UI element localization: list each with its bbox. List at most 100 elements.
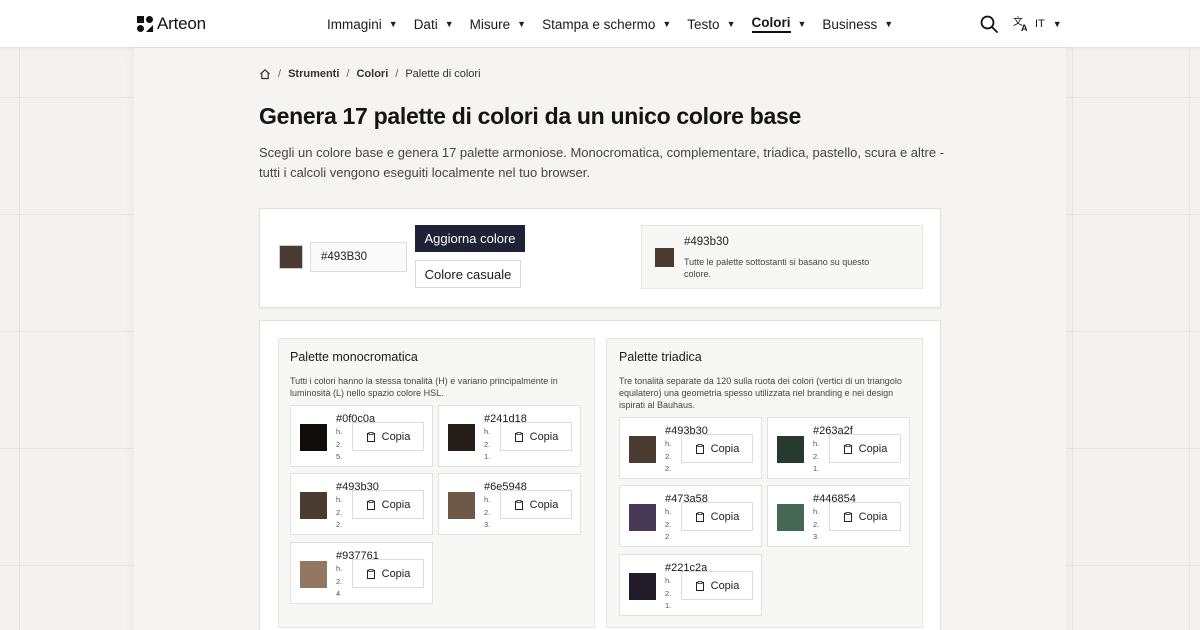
caret-down-icon: ▼ (662, 19, 672, 29)
breadcrumb-strumenti[interactable]: Strumenti (288, 68, 339, 80)
color-meta-line: 2. (665, 588, 672, 598)
breadcrumb-separator: / (395, 68, 399, 80)
copy-button[interactable]: Copia (500, 422, 572, 451)
color-meta-line: h. (336, 564, 343, 573)
breadcrumb: / Strumenti / Colori / Palette di colori (259, 68, 481, 80)
color-swatch (448, 492, 475, 519)
copy-button[interactable]: Copia (352, 422, 424, 451)
color-meta-line: 3. (813, 532, 820, 541)
language-selector[interactable]: 文 A IT ▼ (1013, 15, 1062, 32)
color-swatch (300, 424, 327, 451)
caret-down-icon: ▼ (444, 19, 454, 29)
nav-item-stampa-e-schermo[interactable]: Stampa e schermo ▼ (542, 17, 671, 32)
breadcrumb-colori[interactable]: Colori (356, 68, 388, 80)
nav-item-business[interactable]: Business ▼ (822, 17, 893, 32)
color-meta-line: 2. (336, 576, 343, 586)
color-meta: h. 2. 2 (665, 506, 671, 544)
copy-button[interactable]: Copia (352, 490, 424, 519)
hex-color-input[interactable] (310, 242, 407, 272)
copy-button[interactable]: Copia (681, 502, 753, 531)
color-meta: h. 2. 1. (813, 438, 819, 476)
search-icon[interactable] (979, 14, 999, 34)
color-swatch (300, 561, 327, 588)
copy-button[interactable]: Copia (681, 434, 753, 463)
breadcrumb-separator: / (278, 68, 282, 80)
color-meta-line: 4 (336, 589, 341, 598)
color-meta-line: h. (665, 576, 672, 585)
clipboard-icon (695, 580, 704, 591)
color-meta-line: 1. (484, 452, 491, 461)
color-swatch (300, 492, 327, 519)
color-swatch (629, 573, 656, 600)
nav-label: Dati (413, 16, 438, 32)
clipboard-icon (366, 431, 375, 442)
page-description: Scegli un colore base e genera 17 palett… (259, 145, 945, 180)
palette-description: Tre tonalità separate da 120 sulla ruota… (619, 376, 902, 410)
home-icon[interactable] (259, 68, 271, 80)
color-meta-line: 2. (484, 507, 491, 517)
color-meta-line: h. (665, 507, 672, 516)
nav-item-dati[interactable]: Dati ▼ (414, 17, 454, 32)
copy-label: Copia (529, 430, 559, 443)
palette-title: Palette triadica (619, 350, 702, 364)
breadcrumb-separator: / (346, 68, 350, 80)
color-meta: h. 2. 4 (336, 563, 342, 601)
svg-text:A: A (1021, 23, 1028, 32)
color-meta-line: h. (665, 439, 672, 448)
color-tile: #221c2a h. 2. 1. Copia (619, 554, 762, 616)
color-meta-line: 2. (484, 439, 491, 449)
random-color-button[interactable]: Colore casuale (415, 260, 521, 288)
color-meta: h. 2. 1. (665, 575, 671, 613)
copy-button[interactable]: Copia (681, 571, 753, 600)
color-meta-line: 1. (665, 601, 672, 610)
page-title: Genera 17 palette di colori da un unico … (259, 103, 801, 129)
clipboard-icon (843, 511, 852, 522)
color-meta-line: 2. (813, 451, 820, 461)
color-meta-line: h. (336, 427, 343, 436)
translate-icon: 文 A (1013, 15, 1028, 32)
logo-text: Arteon (157, 14, 206, 33)
color-tile: #493b30 h. 2. 2. Copia (290, 473, 433, 535)
base-color-note: Tutte le palette sottostanti si basano s… (684, 257, 870, 279)
update-color-button[interactable]: Aggiorna colore (415, 225, 525, 252)
color-meta-line: 5. (336, 452, 343, 461)
copy-button[interactable]: Copia (829, 502, 901, 531)
nav-label: Stampa e schermo (542, 16, 656, 32)
base-color-picker[interactable] (279, 245, 303, 269)
copy-button[interactable]: Copia (829, 434, 901, 463)
caret-down-icon: ▼ (1052, 18, 1062, 29)
color-tile: #0f0c0a h. 2. 5. Copia (290, 405, 433, 467)
copy-button[interactable]: Copia (352, 559, 424, 588)
color-tile: #937761 h. 2. 4 Copia (290, 542, 433, 604)
nav-label: Misure (469, 16, 511, 32)
nav-item-immagini[interactable]: Immagini ▼ (327, 17, 398, 32)
copy-label: Copia (710, 442, 740, 455)
copy-label: Copia (381, 430, 411, 443)
clipboard-icon (366, 499, 375, 510)
base-color-swatch (655, 248, 674, 267)
nav-label: Colori (751, 15, 791, 33)
palette-description: Tutti i colori hanno la stessa tonalità … (290, 376, 558, 398)
color-meta: h. 2. 3. (813, 506, 819, 544)
color-meta-line: h. (484, 427, 491, 436)
logo[interactable]: Arteon (137, 14, 206, 34)
nav-item-testo[interactable]: Testo ▼ (687, 17, 735, 32)
copy-button[interactable]: Copia (500, 490, 572, 519)
color-swatch (448, 424, 475, 451)
copy-label: Copia (858, 442, 888, 455)
color-meta-line: 2. (665, 464, 672, 473)
color-meta-line: h. (813, 507, 820, 516)
nav-item-misure[interactable]: Misure ▼ (470, 17, 526, 32)
color-tile: #6e5948 h. 2. 3. Copia (438, 473, 581, 535)
caret-down-icon: ▼ (388, 19, 398, 29)
color-meta-line: h. (813, 439, 820, 448)
clipboard-icon (843, 443, 852, 454)
color-meta-line: 1. (813, 464, 820, 473)
clipboard-icon (366, 568, 375, 579)
color-swatch (629, 504, 656, 531)
color-meta-line: h. (336, 495, 343, 504)
color-tile: #446854 h. 2. 3. Copia (767, 485, 910, 547)
nav-item-colori[interactable]: Colori ▼ (751, 15, 806, 33)
clipboard-icon (514, 499, 523, 510)
copy-label: Copia (529, 498, 559, 511)
